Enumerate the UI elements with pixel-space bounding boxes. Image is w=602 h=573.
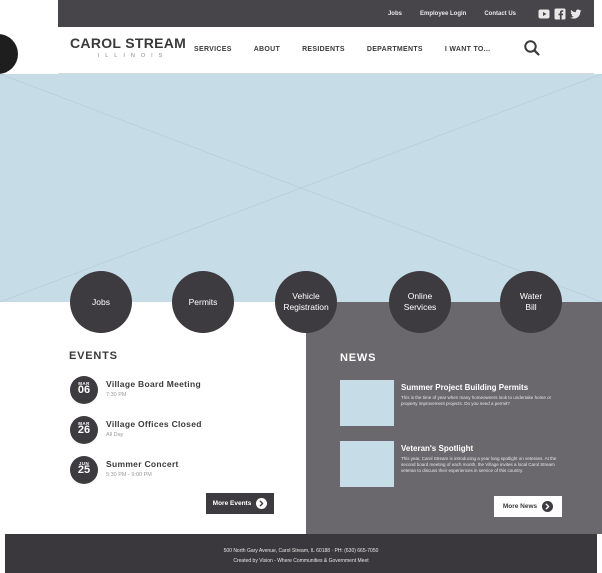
event-date-badge: MAR 06 <box>70 376 98 404</box>
news-excerpt: This is the time of year when many homeo… <box>401 395 552 407</box>
page: Jobs Employee Login Contact Us CAROL STR… <box>0 0 602 573</box>
quick-link-label: Permits <box>188 296 218 307</box>
site-footer: 500 North Gary Avenue, Carol Stream, IL … <box>5 534 597 573</box>
nav-about[interactable]: ABOUT <box>254 46 280 53</box>
facebook-icon[interactable] <box>554 8 566 20</box>
utility-bar: Jobs Employee Login Contact Us <box>58 0 594 27</box>
chevron-right-icon <box>256 498 268 509</box>
event-day: 25 <box>77 464 91 476</box>
event-title[interactable]: Summer Concert <box>106 459 179 469</box>
chevron-right-icon <box>542 501 554 512</box>
event-time: All Day <box>106 432 124 438</box>
event-day: 06 <box>77 384 91 396</box>
events-title: EVENTS <box>69 350 118 362</box>
event-day: 26 <box>77 424 91 436</box>
logo-subtitle: ILLINOIS <box>97 53 169 59</box>
event-date-badge: MAR 26 <box>70 416 98 444</box>
nav-services[interactable]: SERVICES <box>194 46 232 53</box>
news-thumbnail[interactable] <box>340 380 394 426</box>
event-item[interactable]: MAR 26 Village Offices Closed All Day <box>70 416 300 448</box>
utility-link-employee-login[interactable]: Employee Login <box>420 11 466 17</box>
search-icon[interactable] <box>523 39 541 57</box>
news-item[interactable]: Summer Project Building Permits This is … <box>340 380 562 426</box>
event-title[interactable]: Village Board Meeting <box>106 379 201 389</box>
news-headline[interactable]: Summer Project Building Permits <box>401 383 528 392</box>
news-title: NEWS <box>340 352 377 364</box>
news-excerpt: This year, Carol Stream is introducing a… <box>401 456 557 474</box>
quick-link-permits[interactable]: Permits <box>172 271 234 333</box>
quick-link-label: Online Services <box>403 291 437 312</box>
quick-link-online-services[interactable]: Online Services <box>389 271 451 333</box>
utility-links: Jobs Employee Login Contact Us <box>388 0 582 27</box>
news-headline[interactable]: Veteran's Spotlight <box>401 444 473 453</box>
quick-link-label: Vehicle Registration <box>283 291 329 312</box>
quick-link-vehicle-registration[interactable]: Vehicle Registration <box>275 271 337 333</box>
news-thumbnail[interactable] <box>340 441 394 487</box>
more-events-label: More Events <box>212 500 252 507</box>
main-nav: SERVICES ABOUT RESIDENTS DEPARTMENTS I W… <box>194 27 490 71</box>
edge-artifact <box>0 34 18 74</box>
nav-departments[interactable]: DEPARTMENTS <box>367 46 423 53</box>
youtube-icon[interactable] <box>538 8 550 20</box>
event-item[interactable]: JUN 25 Summer Concert 5:30 PM - 9:00 PM <box>70 456 300 488</box>
quick-link-water-bill[interactable]: Water Bill <box>500 271 562 333</box>
quick-link-jobs[interactable]: Jobs <box>70 271 132 333</box>
event-time: 7:30 PM <box>106 392 127 398</box>
event-date-badge: JUN 25 <box>70 456 98 484</box>
more-events-button[interactable]: More Events <box>206 493 274 514</box>
event-item[interactable]: MAR 06 Village Board Meeting 7:30 PM <box>70 376 300 408</box>
footer-credit[interactable]: Created by Vision - Where Communities & … <box>5 558 597 564</box>
nav-residents[interactable]: RESIDENTS <box>302 46 345 53</box>
utility-link-jobs[interactable]: Jobs <box>388 11 402 17</box>
more-news-label: More News <box>502 503 538 510</box>
quick-link-label: Jobs <box>92 296 110 307</box>
event-time: 5:30 PM - 9:00 PM <box>106 472 152 478</box>
more-news-button[interactable]: More News <box>494 496 562 517</box>
quick-link-label: Water Bill <box>519 291 543 312</box>
twitter-icon[interactable] <box>570 8 582 20</box>
utility-link-contact-us[interactable]: Contact Us <box>484 11 516 17</box>
event-title[interactable]: Village Offices Closed <box>106 419 202 429</box>
site-header: CAROL STREAM ILLINOIS SERVICES ABOUT RES… <box>58 27 594 74</box>
social-icons <box>538 8 582 20</box>
news-item[interactable]: Veteran's Spotlight This year, Carol Str… <box>340 441 562 487</box>
hero-placeholder-lines <box>0 74 602 302</box>
site-logo[interactable]: CAROL STREAM ILLINOIS <box>70 35 188 59</box>
logo-name: CAROL STREAM <box>70 35 187 51</box>
footer-address: 500 North Gary Avenue, Carol Stream, IL … <box>223 548 379 554</box>
nav-i-want-to[interactable]: I WANT TO... <box>445 46 490 53</box>
hero-image <box>0 74 602 302</box>
